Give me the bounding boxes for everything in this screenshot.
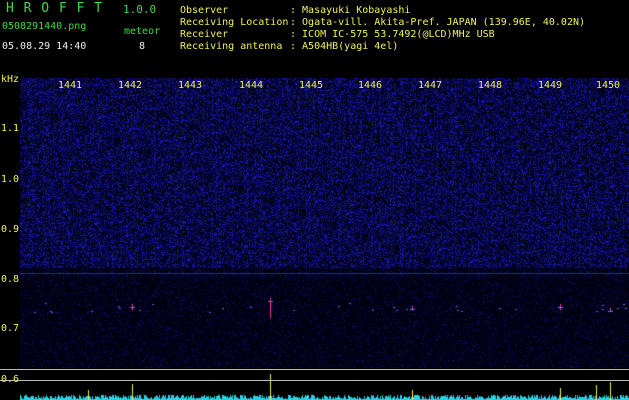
observer-value: : Masayuki Kobayashi [290, 5, 411, 16]
lower-boundary-line-2 [0, 380, 629, 381]
x-tick-label: 1441 [58, 80, 83, 91]
x-tick-label: 1444 [239, 80, 264, 91]
hroft-screen: H R O F F T 1.0.0 0508291440.png meteor … [0, 0, 629, 400]
y-tick-label: 0.6 [1, 374, 20, 385]
observer-label: Observer [180, 5, 229, 16]
app-version: 1.0.0 [123, 3, 157, 16]
filename: 0508291440.png [2, 21, 87, 32]
y-tick-label: 0.9 [1, 224, 20, 235]
spectrogram [20, 78, 629, 368]
meteor-label: meteor [124, 26, 161, 37]
y-tick-label: 1.0 [1, 174, 20, 185]
x-tick-label: 1443 [178, 80, 203, 91]
antenna-value: : A504HB(yagi 4el) [290, 41, 399, 52]
x-tick-label: 1447 [418, 80, 443, 91]
x-tick-label: 1449 [538, 80, 563, 91]
x-tick-label: 1442 [118, 80, 143, 91]
receiver-value: : ICOM IC-575 53.7492(@LCD)MHz USB [290, 29, 495, 40]
receiver-label: Receiver [180, 29, 229, 40]
antenna-label: Receiving antenna [180, 41, 283, 52]
app-title: H R O F F T [6, 1, 104, 16]
location-label: Receiving Location [180, 17, 289, 28]
x-tick-label: 1446 [358, 80, 383, 91]
level-meter [20, 368, 629, 400]
meteor-count: 8 [139, 41, 146, 52]
x-tick-label: 1448 [478, 80, 503, 91]
y-tick-label: 1.1 [1, 123, 20, 134]
x-tick-label: 1445 [299, 80, 324, 91]
x-tick-label: 1450 [596, 80, 621, 91]
location-value: : Ogata-vill. Akita-Pref. JAPAN (139.96E… [290, 17, 586, 28]
y-axis-unit: kHz [1, 74, 20, 85]
lower-boundary-line [0, 369, 629, 370]
y-tick-label: 0.8 [1, 274, 20, 285]
y-tick-label: 0.7 [1, 323, 20, 334]
datetime: 05.08.29 14:40 [2, 41, 87, 52]
